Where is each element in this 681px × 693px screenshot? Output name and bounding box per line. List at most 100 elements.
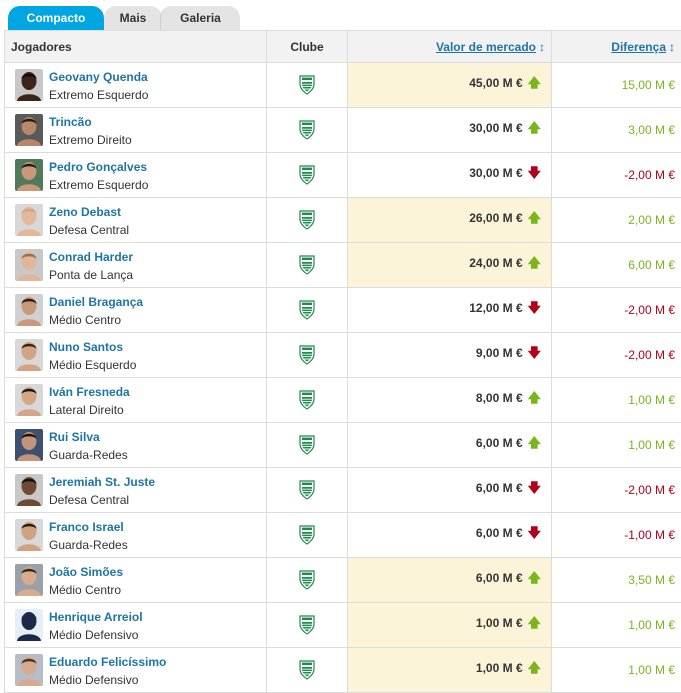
tab-mais[interactable]: Mais bbox=[104, 6, 162, 30]
club-cell bbox=[267, 288, 348, 333]
view-tabs: Compacto Mais Galeria bbox=[0, 0, 681, 30]
player-avatar[interactable] bbox=[15, 69, 43, 101]
difference-value: 1,00 M € bbox=[628, 663, 675, 677]
market-value: 6,00 M € bbox=[476, 571, 523, 585]
player-avatar[interactable] bbox=[15, 339, 43, 371]
player-position: Extremo Direito bbox=[49, 133, 132, 147]
player-avatar[interactable] bbox=[15, 249, 43, 281]
player-cell: Franco IsraelGuarda-Redes bbox=[5, 513, 267, 558]
player-name-link[interactable]: Geovany Quenda bbox=[49, 70, 148, 84]
player-name-link[interactable]: Eduardo Felicíssimo bbox=[49, 655, 166, 669]
difference-cell: 6,00 M € bbox=[552, 243, 681, 288]
player-name-link[interactable]: Daniel Bragança bbox=[49, 295, 143, 309]
sporting-crest-icon[interactable] bbox=[299, 390, 315, 410]
header-club: Clube bbox=[267, 31, 348, 63]
table-row: Daniel BragançaMédio Centro12,00 M €🡇-2,… bbox=[5, 288, 681, 333]
market-value-cell: 6,00 M €🡅 bbox=[348, 423, 552, 468]
market-value-cell: 8,00 M €🡅 bbox=[348, 378, 552, 423]
sporting-crest-icon[interactable] bbox=[299, 165, 315, 185]
sporting-crest-icon[interactable] bbox=[299, 435, 315, 455]
sort-icon[interactable]: ↕ bbox=[539, 40, 545, 54]
sporting-crest-icon[interactable] bbox=[299, 345, 315, 365]
table-row: Pedro GonçalvesExtremo Esquerdo30,00 M €… bbox=[5, 153, 681, 198]
sporting-crest-icon[interactable] bbox=[299, 300, 315, 320]
market-value: 9,00 M € bbox=[476, 346, 523, 360]
player-position: Extremo Esquerdo bbox=[49, 88, 148, 102]
market-value: 6,00 M € bbox=[476, 526, 523, 540]
player-cell: Eduardo Felicíssimo Médio Defensivo bbox=[5, 648, 267, 693]
table-row: Iván Fresneda Lateral Direito 8,00 M €🡅1,0… bbox=[5, 378, 681, 423]
header-difference[interactable]: Diferença↕ bbox=[552, 31, 681, 63]
market-value-cell: 9,00 M € 🡇 bbox=[348, 333, 552, 378]
sporting-crest-icon[interactable] bbox=[299, 210, 315, 230]
arrow-up-icon: 🡅 bbox=[528, 434, 541, 456]
player-name-link[interactable]: Conrad Harder bbox=[49, 250, 133, 264]
player-avatar[interactable] bbox=[15, 294, 43, 326]
player-position: Médio Defensivo bbox=[49, 628, 138, 642]
player-avatar[interactable] bbox=[15, 159, 43, 191]
arrow-up-icon: 🡅 bbox=[528, 659, 541, 681]
tab-galeria[interactable]: Galeria bbox=[160, 6, 240, 30]
table-row: Geovany Quenda Extremo Esquerdo 45,00 M €🡅… bbox=[5, 63, 681, 108]
player-name-link[interactable]: Nuno Santos bbox=[49, 340, 123, 354]
market-value: 1,00 M € bbox=[476, 616, 523, 630]
market-value-cell: 1,00 M €🡅 bbox=[348, 603, 552, 648]
player-avatar[interactable] bbox=[15, 654, 43, 686]
player-name-link[interactable]: Jeremiah St. Juste bbox=[49, 475, 155, 489]
player-position: Ponta de Lança bbox=[49, 268, 133, 282]
player-name-link[interactable]: Pedro Gonçalves bbox=[49, 160, 147, 174]
player-position: Médio Defensivo bbox=[49, 673, 138, 687]
sporting-crest-icon[interactable] bbox=[299, 570, 315, 590]
player-avatar[interactable] bbox=[15, 474, 43, 506]
player-avatar[interactable] bbox=[15, 564, 43, 596]
club-cell bbox=[267, 243, 348, 288]
arrow-up-icon: 🡅 bbox=[528, 254, 541, 276]
market-value: 6,00 M € bbox=[476, 481, 523, 495]
player-name-link[interactable]: Rui Silva bbox=[49, 430, 100, 444]
player-avatar[interactable] bbox=[15, 609, 43, 641]
sporting-crest-icon[interactable] bbox=[299, 255, 315, 275]
sporting-crest-icon[interactable] bbox=[299, 525, 315, 545]
market-value-cell: 45,00 M €🡅 bbox=[348, 63, 552, 108]
player-avatar[interactable] bbox=[15, 114, 43, 146]
club-cell bbox=[267, 423, 348, 468]
difference-value: 1,00 M € bbox=[628, 438, 675, 452]
player-name-link[interactable]: Franco Israel bbox=[49, 520, 124, 534]
player-avatar[interactable] bbox=[15, 429, 43, 461]
market-value-cell: 6,00 M €🡅 bbox=[348, 558, 552, 603]
table-body: Geovany QuendaExtremo Esquerdo45,00 M €🡅… bbox=[5, 63, 681, 693]
player-position: Lateral Direito bbox=[49, 403, 124, 417]
players-table: Jogadores Clube Valor de mercado↕ Difere… bbox=[4, 30, 681, 693]
player-avatar[interactable] bbox=[15, 519, 43, 551]
player-position: Médio Esquerdo bbox=[49, 358, 136, 372]
header-players: Jogadores bbox=[5, 31, 267, 63]
header-market-value[interactable]: Valor de mercado↕ bbox=[348, 31, 552, 63]
club-cell bbox=[267, 468, 348, 513]
tab-compacto[interactable]: Compacto bbox=[8, 6, 104, 30]
sporting-crest-icon[interactable] bbox=[299, 480, 315, 500]
player-name-link[interactable]: Zeno Debast bbox=[49, 205, 121, 219]
table-row: Jeremiah St. Juste Defesa Central 6,00 M €… bbox=[5, 468, 681, 513]
sort-market-value-link[interactable]: Valor de mercado bbox=[436, 40, 536, 54]
sporting-crest-icon[interactable] bbox=[299, 660, 315, 680]
sort-icon[interactable]: ↕ bbox=[669, 40, 675, 54]
table-header-row: Jogadores Clube Valor de mercado↕ Difere… bbox=[5, 31, 681, 63]
sporting-crest-icon[interactable] bbox=[299, 75, 315, 95]
arrow-down-icon: 🡇 bbox=[528, 344, 541, 366]
difference-cell: 1,00 M € bbox=[552, 378, 681, 423]
player-name-link[interactable]: Iván Fresneda bbox=[49, 385, 130, 399]
player-position: Defesa Central bbox=[49, 493, 129, 507]
player-name-link[interactable]: João Simões bbox=[49, 565, 123, 579]
difference-value: 1,00 M € bbox=[628, 618, 675, 632]
player-avatar[interactable] bbox=[15, 384, 43, 416]
difference-value: 2,00 M € bbox=[628, 213, 675, 227]
player-name-link[interactable]: Trincão bbox=[49, 115, 92, 129]
player-name-link[interactable]: Henrique Arreiol bbox=[49, 610, 143, 624]
difference-cell: 3,50 M € bbox=[552, 558, 681, 603]
sporting-crest-icon[interactable] bbox=[299, 120, 315, 140]
sort-difference-link[interactable]: Diferença bbox=[611, 40, 666, 54]
club-cell bbox=[267, 333, 348, 378]
market-value: 45,00 M € bbox=[469, 76, 522, 90]
player-avatar[interactable] bbox=[15, 204, 43, 236]
sporting-crest-icon[interactable] bbox=[299, 615, 315, 635]
